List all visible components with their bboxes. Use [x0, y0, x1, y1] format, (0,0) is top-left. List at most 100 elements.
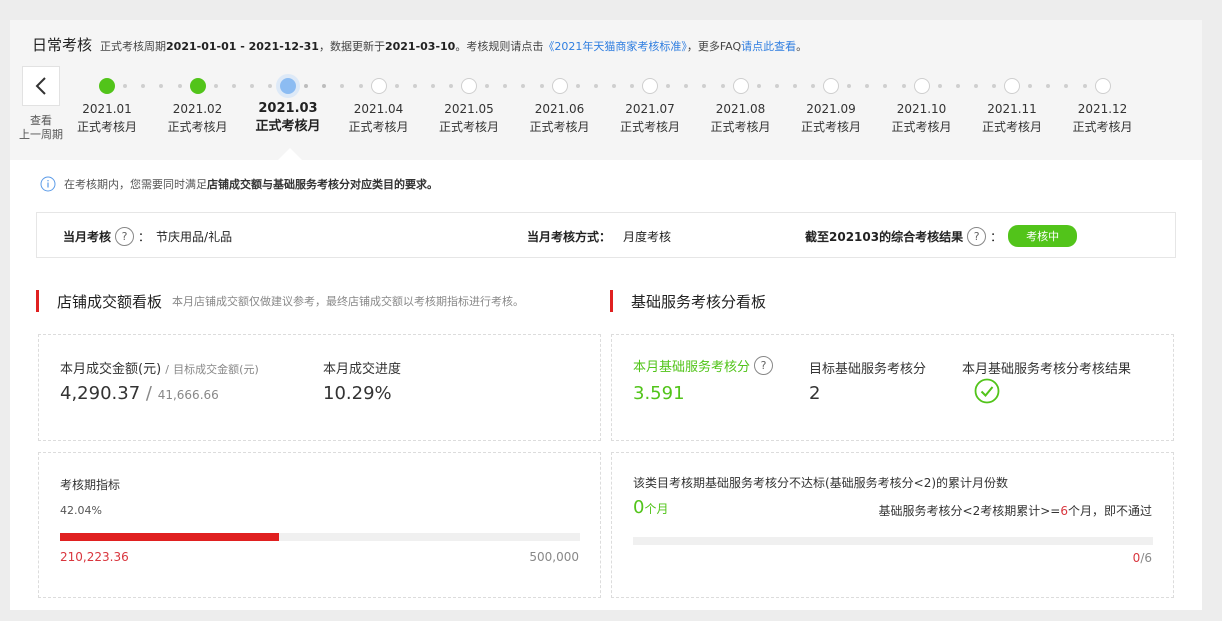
timeline-month[interactable]: 2021.03 正式考核月 [248, 100, 328, 136]
timeline-connector-dot [593, 84, 598, 88]
timeline-node-future[interactable] [642, 78, 658, 94]
fail-ratio: 0/6 [1133, 551, 1152, 565]
month-label: 2021.03 [258, 101, 318, 116]
period-indicator-panel: 考核期指标 42.04% 210,223.36 500,000 [38, 452, 601, 598]
timeline-node-future[interactable] [551, 78, 568, 94]
timeline-connector-dot [394, 84, 399, 88]
assessment-method: 当月考核方式： 月度考核 [527, 213, 671, 259]
month-label: 2021.01 [82, 102, 132, 116]
timeline-month[interactable]: 2021.07 正式考核月 [610, 100, 690, 136]
timeline-connector-dot [485, 84, 489, 88]
timeline-connector-dot [430, 84, 435, 88]
month-type: 正式考核月 [619, 120, 680, 134]
timeline-month[interactable]: 2021.06 正式考核月 [520, 100, 600, 136]
timeline-connector-dot [883, 84, 888, 88]
check-circle-icon [974, 378, 1000, 404]
amount-label-text: 本月成交金额(元) [60, 362, 162, 377]
timeline-connector-dot [539, 84, 544, 88]
service-target-label: 目标基础服务考核分 [809, 362, 927, 377]
month-label: 2021.04 [353, 102, 404, 116]
rule-suffix: 个月，即不通过 [1067, 504, 1152, 518]
timeline-connector-dot [521, 84, 526, 88]
month-label: 2021.12 [1077, 102, 1128, 116]
timeline-month[interactable]: 2021.04 正式考核月 [339, 100, 419, 136]
fail-title: 该类目考核期基础服务考核分不达标(基础服务考核分<2)的累计月份数 [633, 476, 1009, 490]
timeline-node-done[interactable] [189, 78, 206, 94]
timeline-month[interactable]: 2021.02 正式考核月 [158, 100, 238, 136]
timeline-node-future[interactable] [1094, 78, 1111, 94]
timeline-connector-dot [268, 84, 272, 88]
timeline-month[interactable]: 2021.05 正式考核月 [429, 100, 509, 136]
timeline-node-future[interactable] [1004, 78, 1020, 94]
score-label: 本月基础服务考核分? [633, 356, 777, 375]
month-assessment: 当月考核 ? ： 节庆用品/礼品 [63, 213, 232, 259]
help-icon[interactable]: ? [115, 226, 135, 246]
timeline-node-done[interactable] [99, 78, 115, 94]
month-type: 正式考核月 [800, 120, 861, 134]
timeline-node-future[interactable] [913, 78, 930, 94]
timeline-connector-dot [1064, 84, 1069, 88]
score-value: 3.591 [633, 383, 685, 404]
month-label: 2021.05 [444, 102, 494, 116]
timeline-connector-dot [412, 84, 417, 88]
timeline-month[interactable]: 2021.01 正式考核月 [67, 100, 147, 136]
timeline-connector-dot [666, 84, 670, 88]
month-type: 正式考核月 [255, 119, 321, 134]
month-type: 正式考核月 [529, 120, 590, 134]
timeline-connector-dot [865, 84, 870, 88]
timeline-connector-dot [503, 84, 508, 88]
month-type: 正式考核月 [891, 120, 952, 134]
timeline-connector-dot [684, 84, 689, 88]
timeline-connector-dot [955, 84, 960, 88]
month-type: 正式考核月 [167, 120, 228, 134]
colon: ： [138, 229, 151, 244]
progress-value: 10.29% [323, 383, 392, 404]
timeline-month[interactable]: 2021.12 正式考核月 [1063, 100, 1143, 136]
timeline-connector-dot [1028, 84, 1032, 88]
timeline-connector-dot [249, 84, 254, 88]
service-title: 基础服务考核分看板 [631, 292, 767, 311]
help-icon[interactable]: ? [754, 356, 774, 375]
fail-count: 0个月 [633, 497, 668, 518]
timeline-connector-dot [611, 84, 616, 88]
timeline-connector-dot [847, 84, 851, 88]
timeline-connector-dot [177, 84, 182, 88]
timeline-connector-dot [159, 84, 164, 88]
monthly-sales-panel: 本月成交金额(元) / 目标成交金额(元) 4,290.37 / 41,666.… [38, 334, 601, 441]
rule-prefix: 基础服务考核分<2考核期累计>= [878, 504, 1061, 518]
overall-result: 截至202103的综合考核结果 ? ： 考核中 [805, 213, 1078, 259]
month-label: 2021.11 [987, 102, 1037, 116]
timeline-connector-dot [720, 84, 725, 88]
timeline-month[interactable]: 2021.08 正式考核月 [701, 100, 781, 136]
timeline-connector-dot [1082, 84, 1087, 88]
timeline-connector-dot [756, 84, 761, 88]
timeline-node-current[interactable] [280, 78, 296, 94]
month-assessment-label: 当月考核 [63, 229, 112, 244]
timeline-node-future[interactable] [823, 78, 839, 94]
timeline-node-future[interactable] [370, 78, 387, 94]
fail-unit: 个月 [644, 502, 669, 516]
period-label: 考核期指标 [60, 478, 121, 492]
status-badge: 考核中 [1008, 225, 1078, 247]
month-label: 2021.02 [172, 102, 223, 116]
month-type: 正式考核月 [1072, 120, 1133, 134]
slash: / [145, 383, 152, 404]
method-value: 月度考核 [623, 229, 672, 244]
service-board-title: 基础服务考核分看板 [610, 290, 776, 312]
result-label: 截至202103的综合考核结果 [805, 229, 964, 244]
timeline-month[interactable]: 2021.10 正式考核月 [882, 100, 962, 136]
amount-label: 本月成交金额(元) / 目标成交金额(元) [60, 358, 259, 377]
timeline-node-future[interactable] [732, 78, 749, 94]
period-progress-fill [60, 533, 279, 541]
progress-label: 本月成交进度 [323, 362, 402, 377]
timeline-month[interactable]: 2021.11 正式考核月 [972, 100, 1052, 136]
service-result-label: 本月基础服务考核分考核结果 [962, 362, 1132, 377]
timeline-connector-dot [322, 84, 327, 88]
month-type: 正式考核月 [710, 120, 771, 134]
timeline-node-future[interactable] [461, 78, 477, 94]
timeline-connector-dot [123, 84, 127, 88]
timeline-month[interactable]: 2021.09 正式考核月 [791, 100, 871, 136]
help-icon[interactable]: ? [967, 226, 987, 246]
rule-num: 6 [1060, 504, 1068, 518]
month-type: 正式考核月 [76, 120, 137, 134]
